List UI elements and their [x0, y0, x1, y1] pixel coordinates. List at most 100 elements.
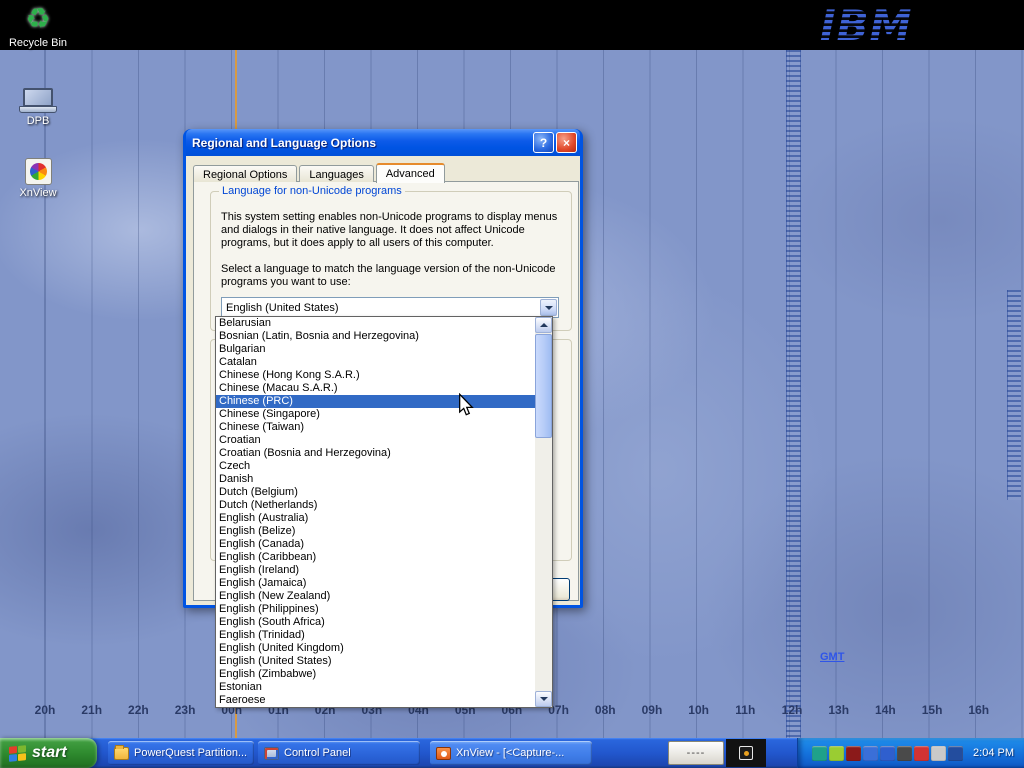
nonunicode-instruction: Select a language to match the language …	[221, 263, 561, 289]
tray-icons	[812, 746, 963, 761]
laptop-icon	[23, 88, 53, 107]
mute-icon[interactable]	[914, 746, 929, 761]
desktop-icon-label: DPB	[0, 115, 76, 127]
language-dropdown-list: BelarusianBosnian (Latin, Bosnia and Her…	[215, 316, 553, 708]
language-option[interactable]: English (Trinidad)	[216, 629, 535, 642]
language-options: BelarusianBosnian (Latin, Bosnia and Her…	[216, 317, 535, 707]
dropdown-scrollbar[interactable]	[535, 317, 552, 707]
timezone-hatch-band	[786, 50, 801, 738]
taskbar-task-powerquest-partition[interactable]: PowerQuest Partition...	[108, 741, 254, 765]
mouse-cursor	[457, 393, 475, 417]
folder-icon	[114, 747, 129, 760]
desktop: 20h21h22h23h00h01h02h03h04h05h06h07h08h0…	[0, 0, 1024, 768]
display-icon[interactable]	[880, 746, 895, 761]
close-button[interactable]: ×	[556, 132, 577, 153]
scroll-up-button[interactable]	[535, 317, 552, 333]
hour-label: 12h	[775, 703, 809, 717]
deskband-button[interactable]: ----	[668, 741, 724, 765]
tab-strip: Regional OptionsLanguagesAdvanced	[193, 163, 447, 182]
gmt-label: GMT	[820, 651, 844, 663]
arrow-down-icon	[540, 697, 548, 701]
start-button[interactable]: start	[0, 738, 97, 768]
language-option[interactable]: English (United States)	[216, 655, 535, 668]
language-option[interactable]: Bulgarian	[216, 343, 535, 356]
dark-toolbar-icon[interactable]	[739, 746, 753, 760]
usb-device-icon[interactable]	[829, 746, 844, 761]
hour-label: 16h	[962, 703, 996, 717]
tab-advanced[interactable]: Advanced	[376, 163, 445, 183]
language-option[interactable]: Chinese (Hong Kong S.A.R.)	[216, 369, 535, 382]
language-option[interactable]: English (United Kingdom)	[216, 642, 535, 655]
help-button[interactable]: ?	[533, 132, 554, 153]
language-option[interactable]: Chinese (Taiwan)	[216, 421, 535, 434]
desktop-icon-dpb[interactable]: DPB	[0, 85, 76, 127]
taskbar-task-control-panel[interactable]: Control Panel	[258, 741, 420, 765]
language-option[interactable]: Dutch (Belgium)	[216, 486, 535, 499]
hour-label: 23h	[168, 703, 202, 717]
language-option[interactable]: Croatian	[216, 434, 535, 447]
language-option[interactable]: English (Belize)	[216, 525, 535, 538]
tab-regional-options[interactable]: Regional Options	[193, 165, 297, 182]
arrow-up-icon	[540, 323, 548, 327]
task-label: PowerQuest Partition...	[134, 747, 247, 759]
language-option[interactable]: Croatian (Bosnia and Herzegovina)	[216, 447, 535, 460]
scrollbar-thumb[interactable]	[535, 334, 552, 438]
taskbar-clock[interactable]: 2:04 PM	[973, 747, 1014, 759]
windows-flag-icon	[9, 745, 26, 762]
task-label: XnView - [<Capture-...	[456, 747, 564, 759]
desktop-icon-label: Recycle Bin	[0, 37, 76, 49]
language-option[interactable]: English (Philippines)	[216, 603, 535, 616]
scroll-down-button[interactable]	[535, 691, 552, 707]
language-option[interactable]: English (Zimbabwe)	[216, 668, 535, 681]
xnview-icon	[25, 158, 52, 185]
power-icon[interactable]	[948, 746, 963, 761]
chevron-down-icon	[545, 306, 553, 310]
language-option[interactable]: Dutch (Netherlands)	[216, 499, 535, 512]
hour-label: 13h	[822, 703, 856, 717]
timezone-hatch-band-right	[1007, 290, 1021, 500]
language-option[interactable]: Catalan	[216, 356, 535, 369]
language-option[interactable]: English (Canada)	[216, 538, 535, 551]
language-option[interactable]: English (Australia)	[216, 512, 535, 525]
group-title: Language for non-Unicode programs	[219, 185, 405, 197]
combobox-value: English (United States)	[222, 302, 539, 314]
grid-icon[interactable]	[897, 746, 912, 761]
language-option[interactable]: Chinese (Macau S.A.R.)	[216, 382, 535, 395]
language-option[interactable]: English (South Africa)	[216, 616, 535, 629]
desktop-icon-xnview[interactable]: XnView	[0, 158, 76, 199]
hour-label: 08h	[588, 703, 622, 717]
network-icon[interactable]	[863, 746, 878, 761]
language-option[interactable]: Czech	[216, 460, 535, 473]
taskbar-task-xnview-capture[interactable]: XnView - [<Capture-...	[430, 741, 592, 765]
dark-toolbar	[726, 739, 766, 767]
language-option[interactable]: English (Jamaica)	[216, 577, 535, 590]
nonunicode-description: This system setting enables non-Unicode …	[221, 211, 561, 250]
agent-icon[interactable]	[812, 746, 827, 761]
language-option[interactable]: Bosnian (Latin, Bosnia and Herzegovina)	[216, 330, 535, 343]
start-label: start	[32, 744, 67, 762]
language-option[interactable]: Belarusian	[216, 317, 535, 330]
window-title: Regional and Language Options	[192, 136, 531, 150]
antivirus-icon[interactable]	[846, 746, 861, 761]
ibm-logo: IBM	[818, 2, 938, 53]
language-option[interactable]: Faeroese	[216, 694, 535, 707]
xnview-icon	[436, 747, 451, 760]
language-option[interactable]: Chinese (Singapore)	[216, 408, 535, 421]
hour-label: 20h	[28, 703, 62, 717]
language-option[interactable]: English (Caribbean)	[216, 551, 535, 564]
language-option[interactable]: English (New Zealand)	[216, 590, 535, 603]
tab-languages[interactable]: Languages	[299, 165, 373, 182]
combobox-dropdown-button[interactable]	[540, 299, 557, 316]
language-option[interactable]: English (Ireland)	[216, 564, 535, 577]
window-titlebar[interactable]: Regional and Language Options ? ×	[186, 129, 580, 156]
system-tray: 2:04 PM	[797, 738, 1024, 768]
language-option[interactable]: Estonian	[216, 681, 535, 694]
hour-label: 09h	[635, 703, 669, 717]
volume-icon[interactable]	[931, 746, 946, 761]
desktop-icon-recycle-bin[interactable]: ♻ Recycle Bin	[0, 3, 76, 49]
recycle-bin-icon: ♻	[20, 3, 56, 35]
hour-label: 14h	[868, 703, 902, 717]
language-combobox[interactable]: English (United States)	[221, 297, 559, 318]
language-option[interactable]: Danish	[216, 473, 535, 486]
language-option[interactable]: Chinese (PRC)	[216, 395, 535, 408]
